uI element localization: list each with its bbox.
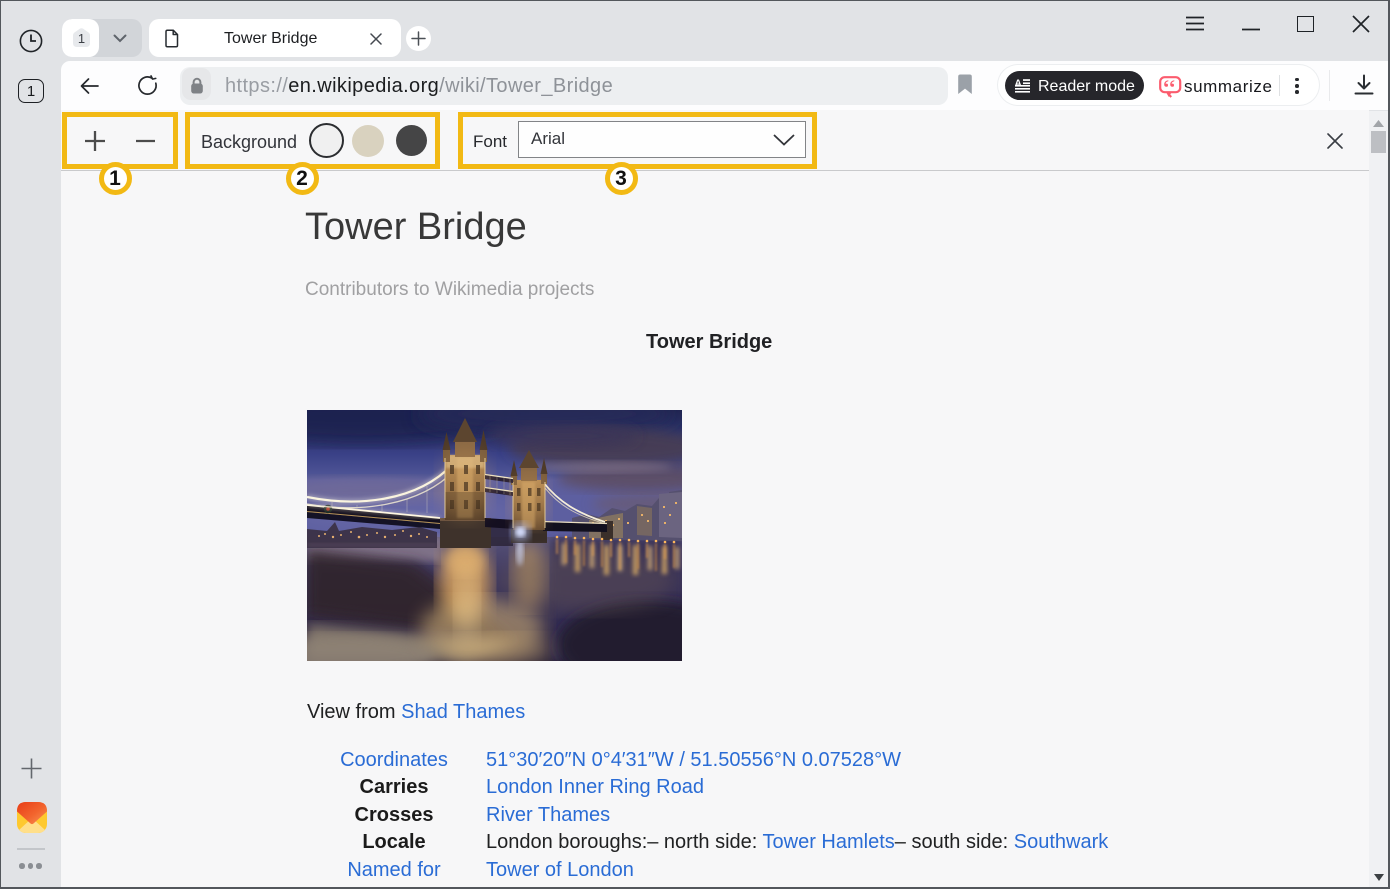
- svg-text:1: 1: [78, 31, 85, 46]
- svg-text:A: A: [1015, 78, 1022, 89]
